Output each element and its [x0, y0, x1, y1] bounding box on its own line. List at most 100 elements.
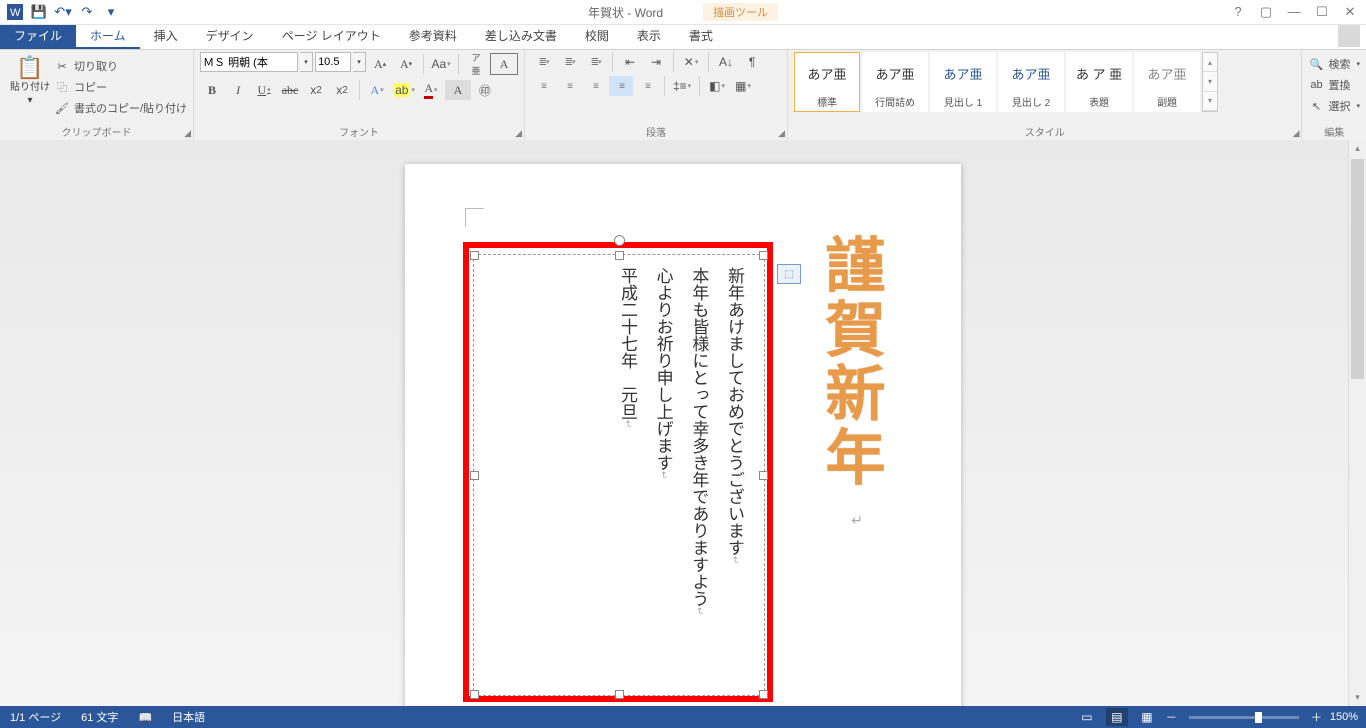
numbering-button[interactable]: ≣▾	[557, 52, 581, 72]
align-justify-v-button[interactable]: ≡	[609, 76, 633, 96]
grow-font-button[interactable]: A▴	[368, 54, 392, 74]
tab-home[interactable]: ホーム	[76, 22, 140, 49]
page[interactable]: 謹賀新年 ↵ 新年あけましておめでとうございます↵ 本年も皆様にとって幸多き年で…	[405, 164, 961, 706]
web-layout-icon[interactable]: ▦	[1136, 708, 1158, 726]
line-spacing-button[interactable]: ‡≡▾	[670, 76, 694, 96]
align-bottom-button[interactable]: ≡	[583, 76, 607, 96]
superscript-button[interactable]: x2	[330, 80, 354, 100]
language-status[interactable]: 日本語	[162, 709, 215, 725]
subscript-button[interactable]: x2	[304, 80, 328, 100]
change-case-button[interactable]: Aa▾	[429, 54, 453, 74]
styles-dialog-launcher-icon[interactable]: ◢	[1293, 128, 1300, 139]
text-box[interactable]: 新年あけましておめでとうございます↵ 本年も皆様にとって幸多き年でありますよう↵…	[473, 254, 765, 696]
shading-button[interactable]: ◧▾	[705, 76, 729, 96]
resize-handle[interactable]	[759, 690, 768, 699]
vertical-scrollbar[interactable]: ▴ ▾	[1348, 140, 1366, 706]
style-title[interactable]: あ ア 亜表題	[1066, 52, 1132, 112]
zoom-in-icon[interactable]: ＋	[1311, 709, 1322, 725]
tab-mailings[interactable]: 差し込み文書	[471, 22, 571, 49]
bold-button[interactable]: B	[200, 80, 224, 100]
font-color-button[interactable]: A▾	[419, 80, 443, 100]
tab-review[interactable]: 校閲	[571, 22, 623, 49]
tab-insert[interactable]: 挿入	[140, 22, 192, 49]
print-layout-icon[interactable]: ▤	[1106, 708, 1128, 726]
increase-indent-button[interactable]: ⇥	[644, 52, 668, 72]
read-mode-icon[interactable]: ▭	[1076, 708, 1098, 726]
resize-handle[interactable]	[470, 690, 479, 699]
maximize-icon[interactable]: ☐	[1312, 4, 1332, 20]
phonetic-guide-button[interactable]: ア亜	[464, 54, 488, 74]
save-icon[interactable]: 💾	[28, 1, 50, 23]
sort-button[interactable]: A↓	[714, 52, 738, 72]
style-gallery-scroll[interactable]: ▴▾▾	[1202, 52, 1218, 112]
font-size-input[interactable]	[315, 52, 351, 72]
close-icon[interactable]: ✕	[1340, 4, 1360, 20]
tab-file[interactable]: ファイル	[0, 22, 76, 49]
ribbon-display-icon[interactable]: ▢	[1256, 4, 1276, 20]
resize-handle[interactable]	[759, 251, 768, 260]
zoom-slider-thumb[interactable]	[1255, 712, 1262, 723]
borders-button[interactable]: ▦▾	[731, 76, 755, 96]
style-gallery[interactable]: あア亜標準 あア亜行間詰め あア亜見出し 1 あア亜見出し 2 あ ア 亜表題 …	[794, 52, 1218, 112]
wordart-greeting[interactable]: 謹賀新年	[818, 234, 881, 490]
tab-format[interactable]: 書式	[675, 22, 727, 49]
scroll-up-icon[interactable]: ▴	[1349, 140, 1366, 157]
resize-handle[interactable]	[470, 251, 479, 260]
redo-icon[interactable]: ↷	[76, 1, 98, 23]
qat-customize-icon[interactable]: ▾	[100, 1, 122, 23]
zoom-level[interactable]: 150%	[1330, 711, 1358, 723]
minimize-icon[interactable]: ―	[1284, 4, 1304, 20]
resize-handle[interactable]	[615, 251, 624, 260]
word-count[interactable]: 61 文字	[71, 709, 128, 725]
strikethrough-button[interactable]: abc	[278, 80, 302, 100]
scroll-down-icon[interactable]: ▾	[1349, 689, 1366, 706]
format-painter-button[interactable]: 🖌書式のコピー/貼り付け	[54, 98, 187, 118]
style-subtitle[interactable]: あア亜副題	[1134, 52, 1200, 112]
copy-button[interactable]: ⿻コピー	[54, 77, 187, 97]
align-center-v-button[interactable]: ≡	[557, 76, 581, 96]
asian-layout-button[interactable]: ✕▾	[679, 52, 703, 72]
resize-handle[interactable]	[615, 690, 624, 699]
tab-view[interactable]: 表示	[623, 22, 675, 49]
document-area[interactable]: 謹賀新年 ↵ 新年あけましておめでとうございます↵ 本年も皆様にとって幸多き年で…	[0, 140, 1366, 706]
character-border-button[interactable]: A	[490, 53, 518, 75]
find-button[interactable]: 🔍検索▾	[1308, 54, 1360, 74]
shrink-font-button[interactable]: A▾	[394, 54, 418, 74]
scroll-up-icon[interactable]: ▴	[1203, 53, 1217, 72]
resize-handle[interactable]	[470, 471, 479, 480]
layout-options-icon[interactable]: ⬚	[777, 264, 801, 284]
rotate-handle[interactable]	[614, 235, 625, 246]
tab-design[interactable]: デザイン	[192, 22, 268, 49]
italic-button[interactable]: I	[226, 80, 250, 100]
enclose-characters-button[interactable]: ㊞	[473, 80, 497, 100]
tab-page-layout[interactable]: ページ レイアウト	[268, 22, 395, 49]
scrollbar-track[interactable]	[1349, 379, 1366, 689]
bullets-button[interactable]: ≣▾	[531, 52, 555, 72]
font-name-combo[interactable]: ▾	[200, 52, 313, 72]
chevron-down-icon[interactable]: ▾	[300, 52, 313, 72]
replace-button[interactable]: ab置換	[1308, 75, 1360, 95]
decrease-indent-button[interactable]: ⇤	[618, 52, 642, 72]
user-avatar[interactable]	[1338, 25, 1360, 47]
font-name-input[interactable]	[200, 52, 298, 72]
highlight-button[interactable]: ab▾	[391, 80, 417, 100]
style-heading2[interactable]: あア亜見出し 2	[998, 52, 1064, 112]
text-box-content[interactable]: 新年あけましておめでとうございます↵ 本年も皆様にとって幸多き年でありますよう↵…	[609, 267, 752, 683]
paragraph-dialog-launcher-icon[interactable]: ◢	[778, 128, 785, 139]
distributed-button[interactable]: ≡	[635, 76, 659, 96]
style-heading1[interactable]: あア亜見出し 1	[930, 52, 996, 112]
style-no-spacing[interactable]: あア亜行間詰め	[862, 52, 928, 112]
chevron-down-icon[interactable]: ▾	[353, 52, 366, 72]
zoom-slider[interactable]	[1189, 716, 1299, 719]
page-count[interactable]: 1/1 ページ	[0, 709, 71, 725]
undo-icon[interactable]: ↶▾	[52, 1, 74, 23]
spell-check-icon[interactable]: 📖	[128, 711, 162, 724]
multilevel-list-button[interactable]: ≣▾	[583, 52, 607, 72]
style-normal[interactable]: あア亜標準	[794, 52, 860, 112]
font-dialog-launcher-icon[interactable]: ◢	[515, 128, 522, 139]
paste-button[interactable]: 📋 貼り付け ▾	[6, 52, 54, 110]
scroll-down-icon[interactable]: ▾	[1203, 72, 1217, 91]
tab-references[interactable]: 参考資料	[395, 22, 471, 49]
underline-button[interactable]: U▾	[252, 80, 276, 100]
scrollbar-thumb[interactable]	[1351, 159, 1364, 379]
